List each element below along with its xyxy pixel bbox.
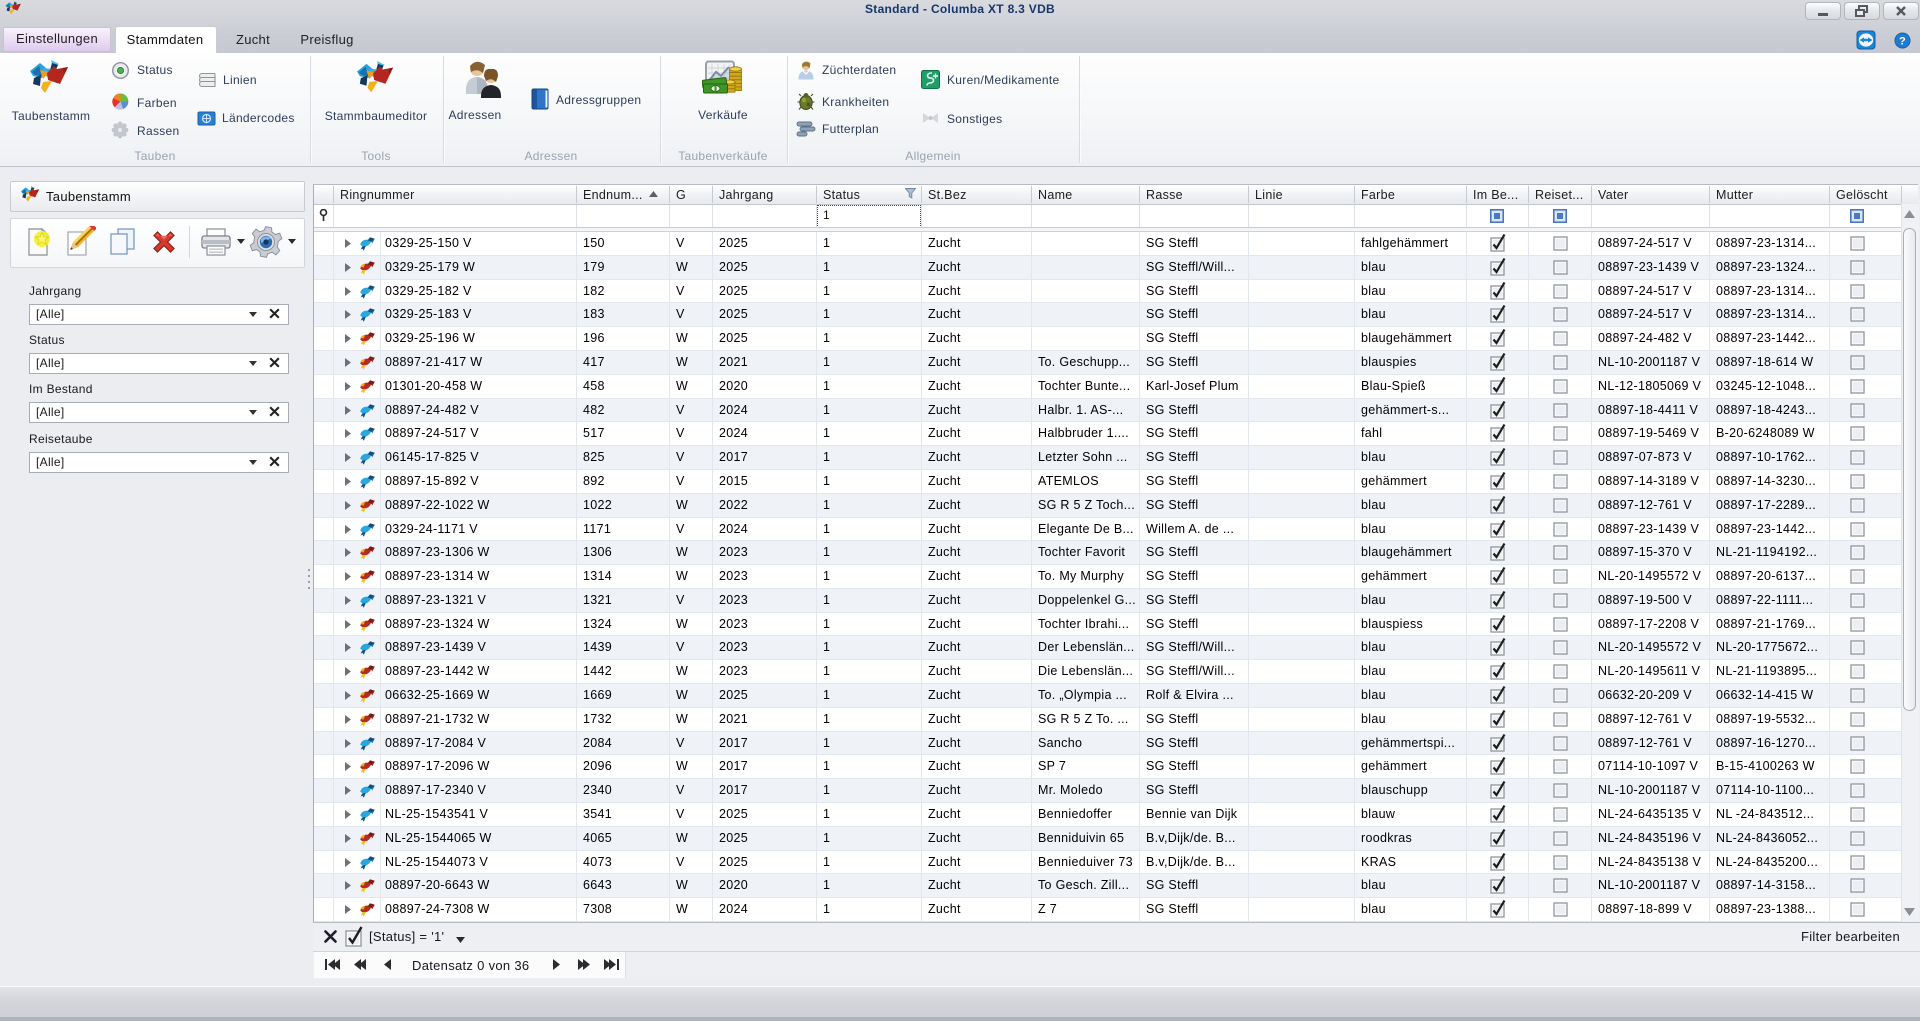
svg-text:?: ? xyxy=(1899,35,1906,47)
